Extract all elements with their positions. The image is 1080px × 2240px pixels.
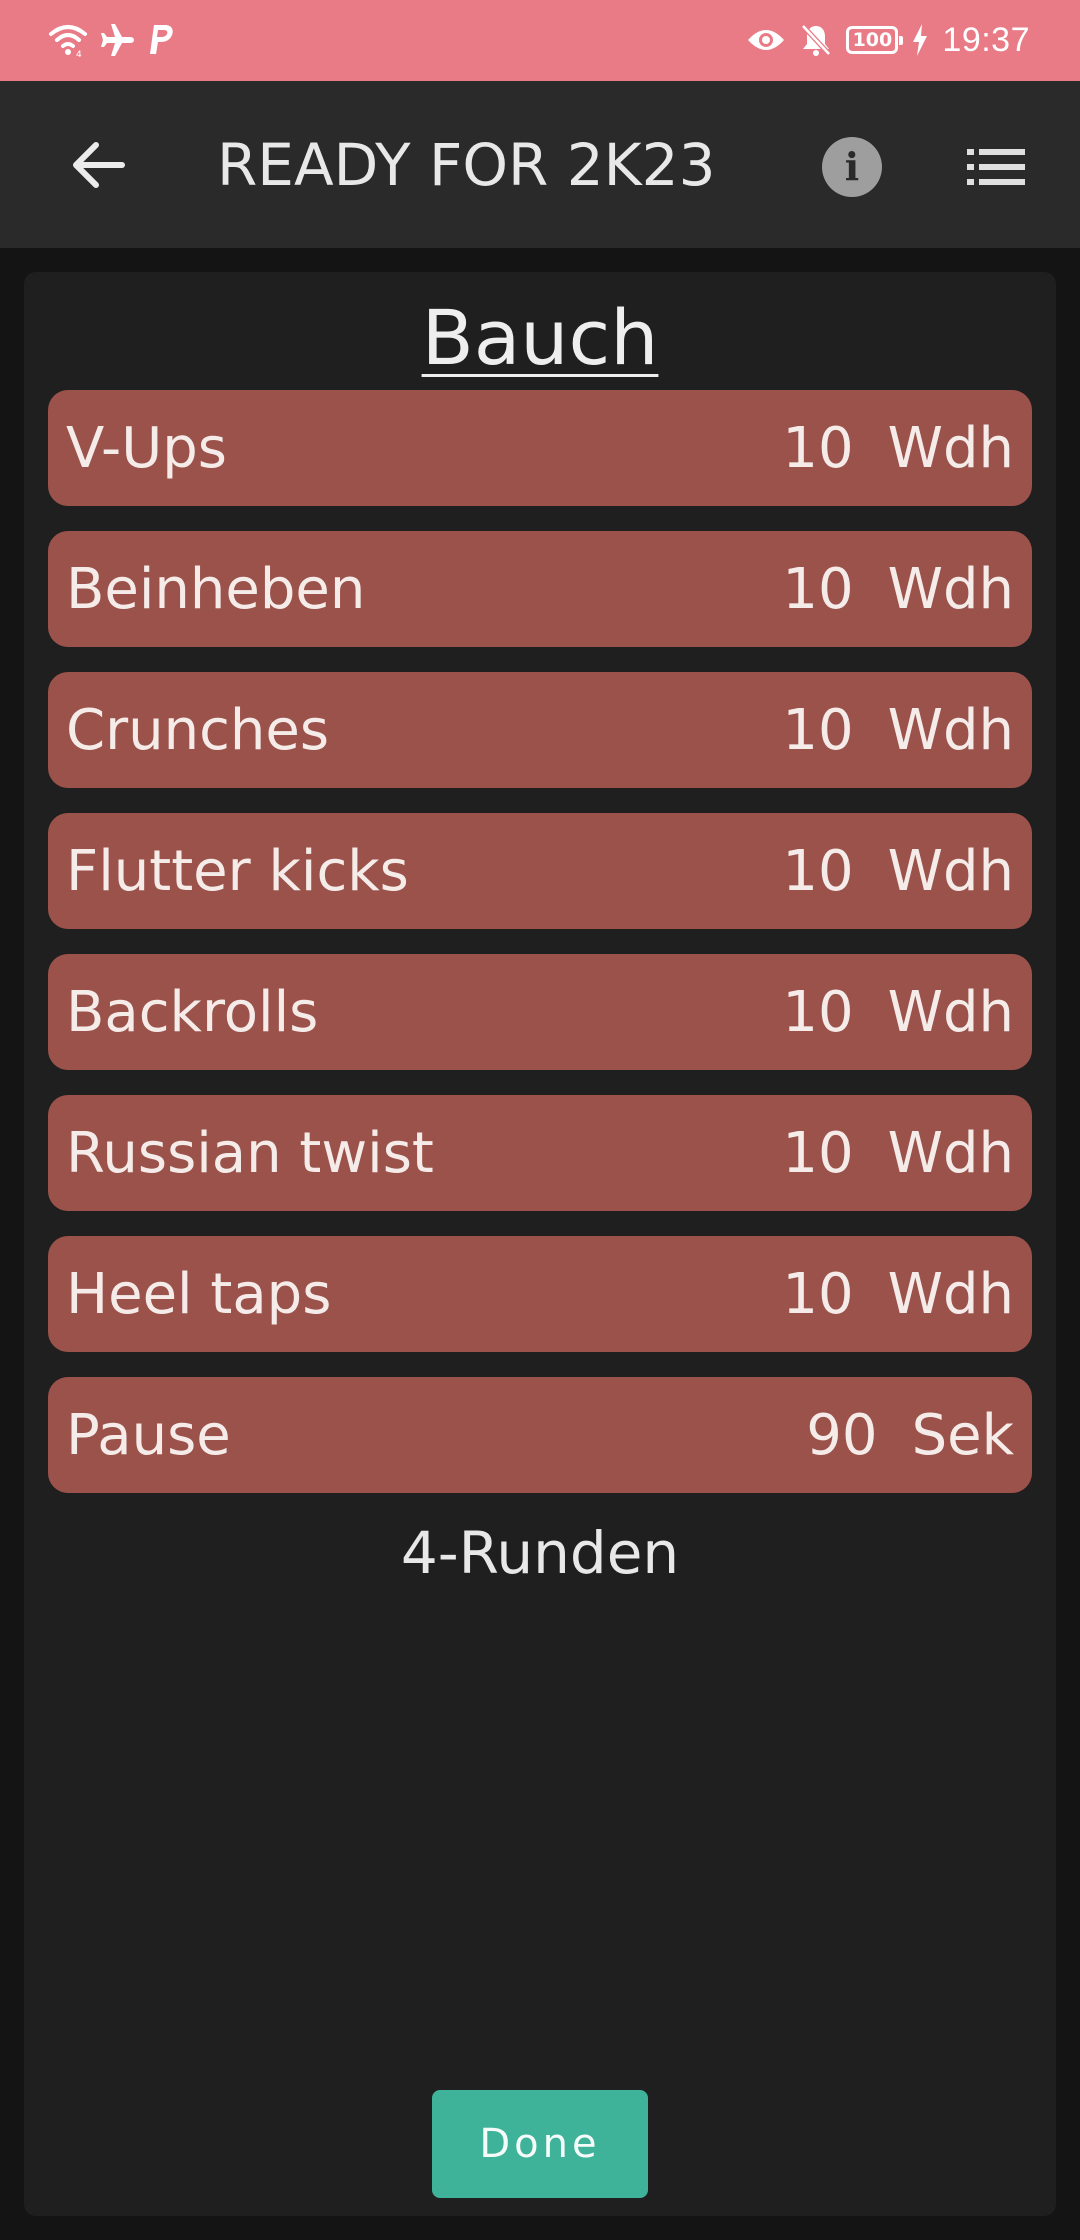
status-bar: 4 100 19:37 [0,0,1080,81]
app-bar: READY FOR 2K23 i [0,81,1080,248]
exercise-count: 10 [782,556,854,622]
exercise-name: Heel taps [66,1261,332,1327]
exercise-unit: Wdh [887,415,1014,481]
paypal-icon [148,23,176,57]
exercise-name: Russian twist [66,1120,434,1186]
svg-text:4: 4 [76,50,82,58]
page-title: READY FOR 2K23 [217,131,716,199]
exercise-list: V-Ups 10 Wdh Beinheben 10 Wdh Crunches 1… [48,390,1032,1518]
status-time: 19:37 [942,20,1030,59]
exercise-unit: Wdh [887,556,1014,622]
exercise-name: Crunches [66,697,330,763]
exercise-count: 10 [782,415,854,481]
list-icon [967,147,1025,187]
exercise-row[interactable]: Backrolls 10 Wdh [48,954,1032,1070]
exercise-unit: Sek [911,1402,1014,1468]
exercise-name: Backrolls [66,979,319,1045]
exercise-count: 10 [782,979,854,1045]
eye-icon [746,26,786,54]
airplane-icon [100,22,136,58]
exercise-row-pause[interactable]: Pause 90 Sek [48,1377,1032,1493]
exercise-unit: Wdh [887,838,1014,904]
info-icon: i [844,144,860,189]
workout-card: Bauch V-Ups 10 Wdh Beinheben 10 Wdh Crun… [24,272,1056,2216]
exercise-count: 10 [782,1120,854,1186]
charging-icon [912,24,928,56]
back-button[interactable] [58,129,138,201]
rounds-label: 4-Runden [400,1519,680,1587]
status-bar-left: 4 [48,18,176,62]
exercise-name: V-Ups [66,415,227,481]
exercise-count: 90 [806,1402,878,1468]
exercise-name: Pause [66,1402,231,1468]
bell-off-icon [800,23,832,57]
section-title: Bauch [421,293,659,382]
exercise-count: 10 [782,1261,854,1327]
exercise-unit: Wdh [887,697,1014,763]
arrow-left-icon [70,141,126,189]
exercise-unit: Wdh [887,1120,1014,1186]
list-button[interactable] [960,133,1032,201]
exercise-row[interactable]: Heel taps 10 Wdh [48,1236,1032,1352]
battery-icon: 100 [846,26,904,54]
exercise-row[interactable]: Crunches 10 Wdh [48,672,1032,788]
exercise-count: 10 [782,838,854,904]
exercise-name: Beinheben [66,556,366,622]
info-button[interactable]: i [822,137,882,197]
exercise-row[interactable]: Russian twist 10 Wdh [48,1095,1032,1211]
done-button[interactable]: Done [432,2090,648,2198]
exercise-row[interactable]: V-Ups 10 Wdh [48,390,1032,506]
wifi-icon: 4 [48,22,88,58]
exercise-unit: Wdh [887,979,1014,1045]
exercise-row[interactable]: Beinheben 10 Wdh [48,531,1032,647]
exercise-unit: Wdh [887,1261,1014,1327]
exercise-name: Flutter kicks [66,838,409,904]
exercise-count: 10 [782,697,854,763]
status-bar-right: 100 19:37 [746,18,1030,62]
exercise-row[interactable]: Flutter kicks 10 Wdh [48,813,1032,929]
